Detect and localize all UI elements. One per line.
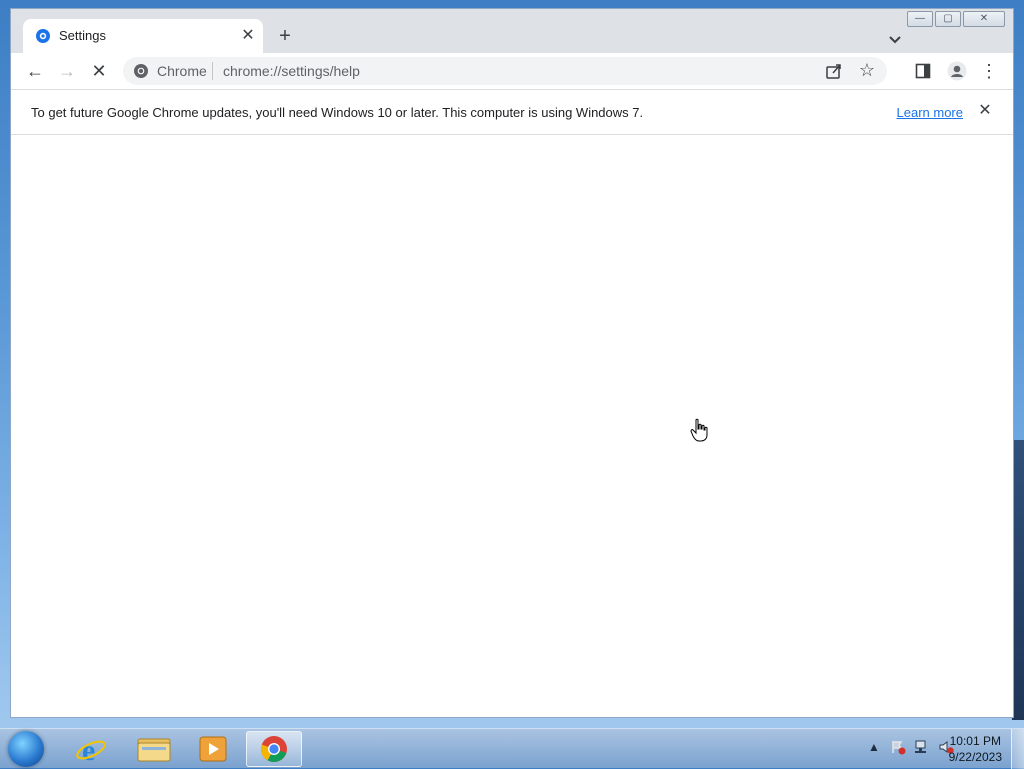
clock-date: 9/22/2023 (948, 750, 1002, 764)
back-button[interactable]: ← (23, 59, 47, 83)
chrome-logo-icon (134, 64, 148, 78)
chrome-window: Settings ✕ + — ▢ ✕ ← → ✕ Chrome chrome:/… (10, 8, 1014, 718)
infobar-close-icon[interactable]: ✕ (975, 101, 995, 121)
taskbar: e ▲ 10:01 PM 9/22/2023 (0, 728, 1024, 769)
chrome-menu-button[interactable]: ⋮ (977, 59, 1001, 83)
forward-button[interactable]: → (55, 59, 79, 83)
action-center-flag-icon[interactable] (890, 739, 906, 755)
page-content (11, 135, 1013, 717)
browser-toolbar: ← → ✕ Chrome chrome://settings/help ☆ ⋮ (11, 53, 1013, 89)
file-explorer-icon[interactable] (126, 731, 182, 767)
infobar-message: To get future Google Chrome updates, you… (31, 105, 644, 120)
show-desktop-button[interactable] (1011, 729, 1024, 769)
window-controls: — ▢ ✕ (905, 11, 1005, 27)
clock-time: 10:01 PM (949, 734, 1001, 748)
tab-title: Settings (59, 28, 106, 43)
minimize-button[interactable]: — (907, 11, 933, 27)
tab-strip: Settings ✕ + (11, 9, 1013, 53)
profile-icon[interactable] (947, 61, 967, 81)
taskbar-clock[interactable]: 10:01 PM 9/22/2023 (949, 733, 1002, 765)
url-text[interactable]: chrome://settings/help (223, 63, 360, 79)
media-player-icon[interactable] (186, 731, 242, 767)
close-window-button[interactable]: ✕ (963, 11, 1005, 27)
maximize-button[interactable]: ▢ (935, 11, 961, 27)
side-panel-icon[interactable] (915, 63, 931, 79)
stop-loading-button[interactable]: ✕ (87, 59, 111, 83)
new-tab-button[interactable]: + (273, 25, 297, 49)
chrome-taskbar-button[interactable] (246, 731, 302, 767)
svg-text:e: e (82, 734, 95, 767)
internet-explorer-icon[interactable]: e (66, 731, 122, 767)
omnibox-separator (212, 62, 213, 80)
update-infobar: To get future Google Chrome updates, you… (11, 89, 1013, 135)
hand-cursor-icon (690, 418, 708, 442)
start-orb[interactable] (8, 731, 44, 767)
share-icon[interactable] (825, 62, 843, 80)
site-label: Chrome (157, 63, 207, 79)
show-hidden-icons-button[interactable]: ▲ (866, 739, 882, 755)
system-tray: ▲ (866, 739, 954, 759)
chrome-icon (260, 736, 287, 763)
tab-settings[interactable]: Settings ✕ (23, 19, 263, 53)
learn-more-link[interactable]: Learn more (897, 105, 963, 120)
settings-gear-icon (36, 29, 50, 43)
network-icon[interactable] (914, 739, 930, 755)
address-bar[interactable]: Chrome chrome://settings/help ☆ (123, 57, 887, 85)
tab-search-chevron-icon[interactable] (885, 29, 905, 49)
bookmark-star-icon[interactable]: ☆ (859, 60, 875, 81)
tab-close-icon[interactable]: ✕ (239, 27, 257, 45)
